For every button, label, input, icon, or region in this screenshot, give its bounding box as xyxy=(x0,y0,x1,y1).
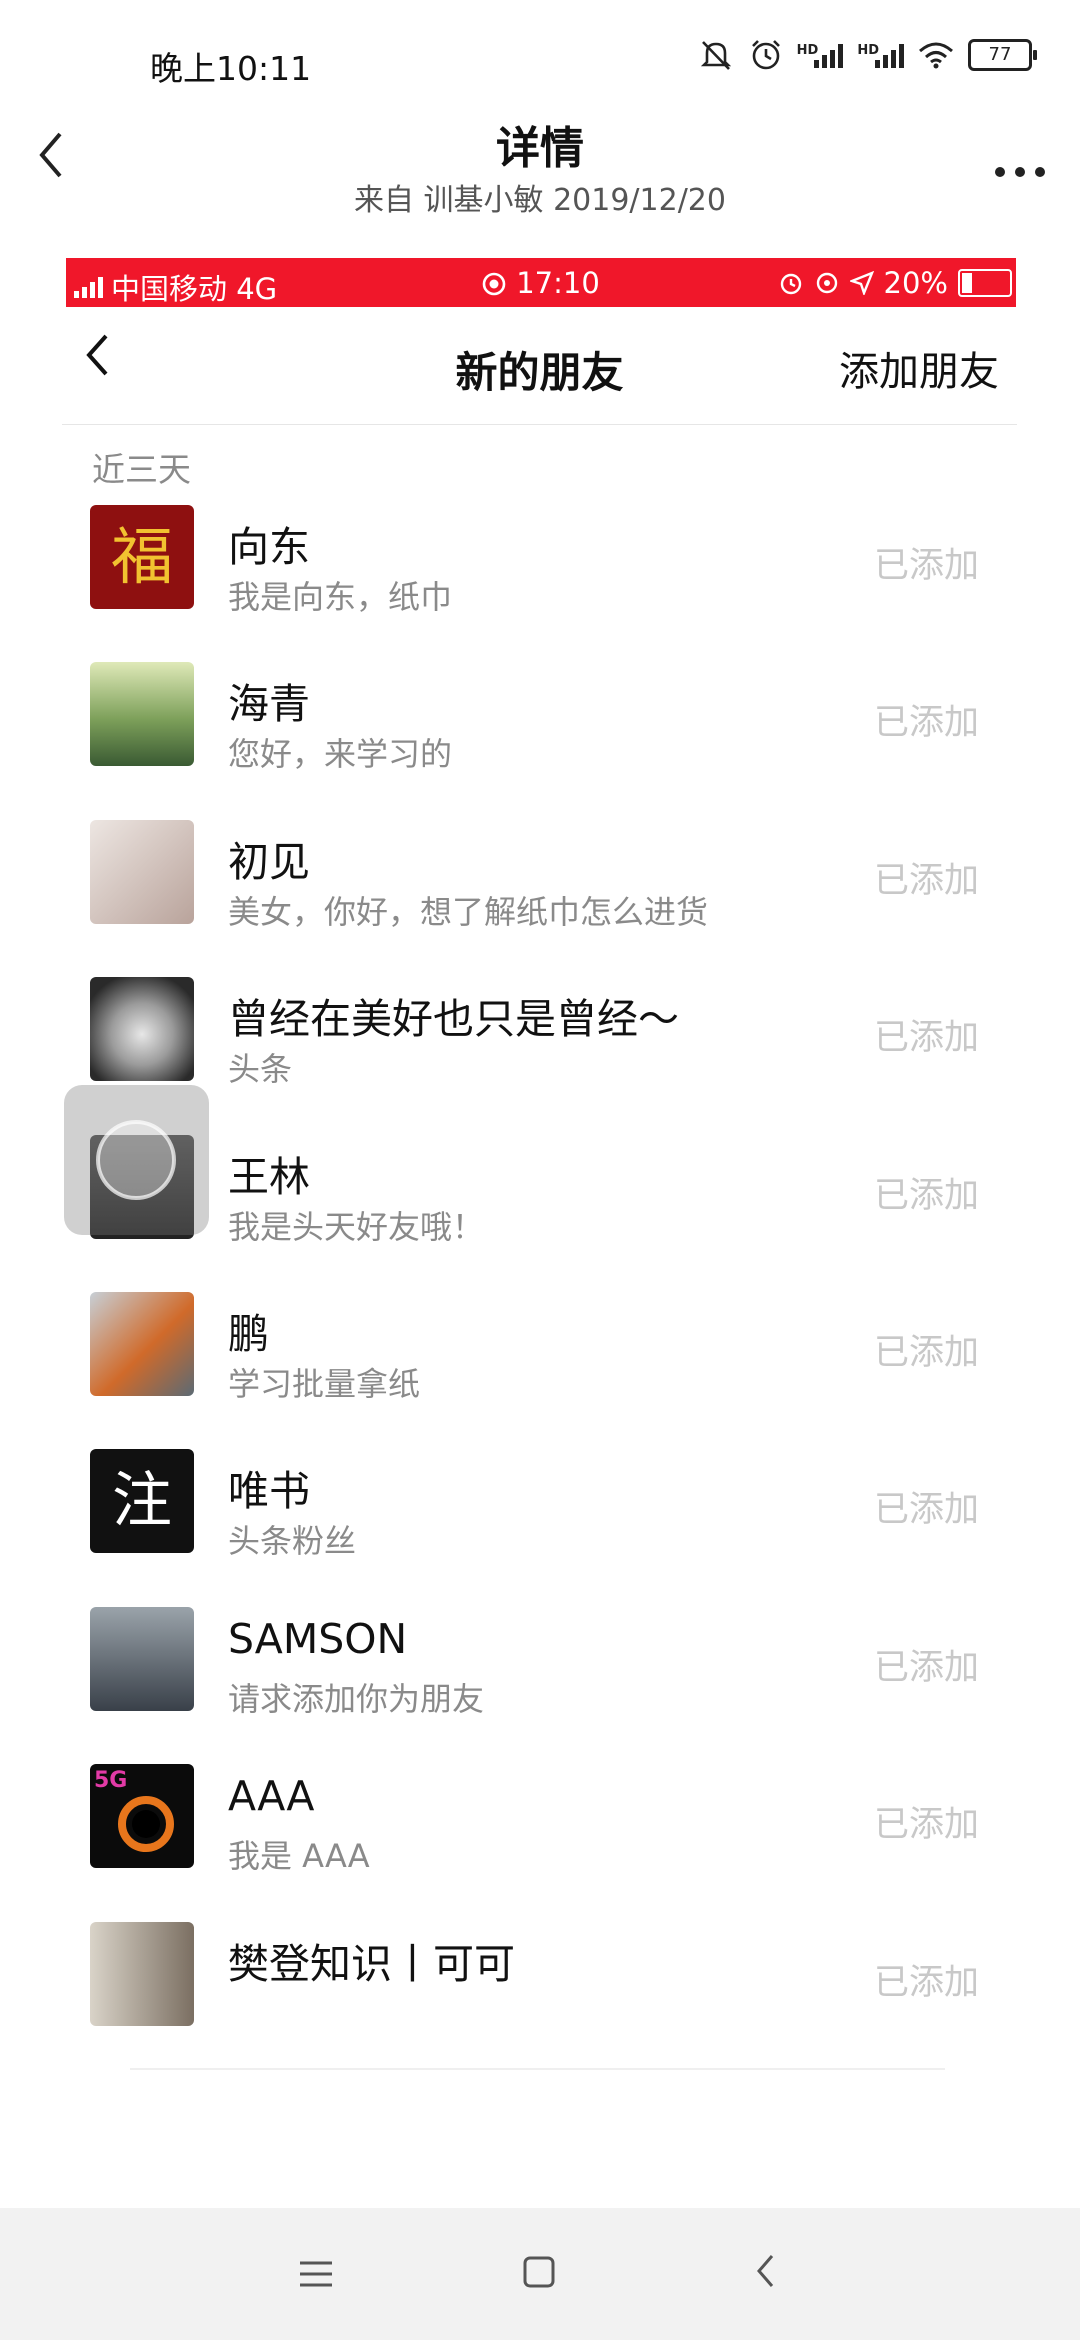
added-status: 已添加 xyxy=(873,1018,979,1059)
friend-row[interactable]: 樊登知识丨可可 已添加 xyxy=(62,1900,1017,2057)
page-title: 详情 xyxy=(496,123,584,174)
avatar: 5G xyxy=(90,1764,194,1869)
avatar xyxy=(90,1291,194,1396)
hd-signal-icon: HD xyxy=(857,42,904,68)
floating-circle-icon xyxy=(96,1120,176,1200)
embedded-alarm-icon xyxy=(780,273,801,295)
friend-name: 海青 xyxy=(228,680,310,729)
avatar: 福 xyxy=(90,505,194,609)
wifi-icon xyxy=(919,42,953,69)
avatar xyxy=(90,977,194,1082)
page-subtitle: 来自 训基小敏 2019/12/20 xyxy=(354,183,726,218)
add-friend-button[interactable]: 添加朋友 xyxy=(839,339,999,397)
friend-name: 曾经在美好也只是曾经～ xyxy=(228,995,679,1044)
embedded-status-bar: 中国移动 4G 17:10 20% xyxy=(66,258,1016,307)
friend-name: 唯书 xyxy=(228,1467,310,1516)
friend-message: 头条 xyxy=(228,1050,293,1089)
friend-name: AAA xyxy=(228,1772,315,1821)
embedded-nav-bar: 新的朋友 添加朋友 xyxy=(62,307,1017,425)
added-status: 已添加 xyxy=(873,1962,979,2003)
more-dots-icon[interactable] xyxy=(994,138,1046,189)
divider xyxy=(130,2068,945,2070)
avatar: 注 xyxy=(90,1449,194,1554)
embedded-signal-icon xyxy=(74,276,103,298)
friend-message: 我是 AAA xyxy=(228,1837,370,1876)
detail-header: 详情 来自 训基小敏 2019/12/20 xyxy=(0,100,1080,225)
friend-row[interactable]: SAMSON 请求添加你为朋友 已添加 xyxy=(62,1585,1017,1742)
friend-row[interactable]: 初见 美女，你好，想了解纸巾怎么进货 已添加 xyxy=(62,798,1017,955)
embedded-record-icon xyxy=(482,272,506,296)
home-square-icon[interactable] xyxy=(522,2246,556,2300)
black-hole-icon xyxy=(118,1796,174,1853)
alarm-icon xyxy=(751,40,780,70)
status-time: 晚上10:11 xyxy=(150,49,312,88)
embedded-carrier: 中国移动 4G xyxy=(111,272,278,306)
friend-name: 初见 xyxy=(228,837,310,886)
embedded-battery-icon xyxy=(958,269,1012,297)
status-icons: HD HD 77 xyxy=(697,38,1037,72)
friend-message: 我是向东，纸巾 xyxy=(228,578,453,616)
added-status: 已添加 xyxy=(873,1647,979,1688)
friend-message: 请求添加你为朋友 xyxy=(228,1679,485,1718)
added-status: 已添加 xyxy=(873,703,979,744)
avatar xyxy=(90,1921,194,2026)
friend-message: 美女，你好，想了解纸巾怎么进货 xyxy=(228,892,709,931)
friend-message: 我是头天好友哦！ xyxy=(228,1207,485,1246)
friend-name: 樊登知识丨可可 xyxy=(228,1939,515,1988)
friend-row[interactable]: 福 向东 我是向东，纸巾 已添加 xyxy=(62,483,1017,640)
embedded-battery-text: 20% xyxy=(883,266,948,300)
friend-row[interactable]: 注 唯书 头条粉丝 已添加 xyxy=(62,1427,1017,1584)
embedded-time: 17:10 xyxy=(516,266,600,300)
hd-signal-icon: HD xyxy=(797,42,844,68)
added-status: 已添加 xyxy=(873,860,979,901)
friend-name: 鹏 xyxy=(228,1309,269,1358)
friend-message: 学习批量拿纸 xyxy=(228,1364,421,1403)
status-bar: 晚上10:11 HD HD 77 xyxy=(0,0,1080,100)
system-nav-bar xyxy=(0,2208,1080,2340)
friend-message: 头条粉丝 xyxy=(228,1522,357,1561)
embedded-rotation-lock-icon xyxy=(816,272,837,294)
menu-icon[interactable] xyxy=(298,2246,334,2300)
added-status: 已添加 xyxy=(873,1175,979,1216)
added-status: 已添加 xyxy=(873,1490,979,1531)
friend-list: 福 向东 我是向东，纸巾 已添加 海青 您好，来学习的 已添加 初见 美女，你好… xyxy=(62,483,1017,2057)
friend-row[interactable]: 5G AAA 我是 AAA 已添加 xyxy=(62,1742,1017,1899)
added-status: 已添加 xyxy=(873,546,979,586)
avatar xyxy=(90,819,194,924)
added-status: 已添加 xyxy=(873,1805,979,1846)
friend-row[interactable]: 海青 您好，来学习的 已添加 xyxy=(62,640,1017,797)
friend-message: 您好，来学习的 xyxy=(228,735,453,774)
back-triangle-icon[interactable] xyxy=(754,2246,778,2300)
battery-level: 77 xyxy=(988,44,1012,65)
avatar xyxy=(90,662,194,767)
embedded-location-icon xyxy=(849,271,874,295)
battery-icon: 77 xyxy=(968,39,1037,71)
friend-name: 王林 xyxy=(228,1152,310,1201)
friend-row[interactable]: 鹏 学习批量拿纸 已添加 xyxy=(62,1270,1017,1427)
floating-assist-button[interactable] xyxy=(64,1085,209,1235)
added-status: 已添加 xyxy=(873,1332,979,1373)
friend-name: 向东 xyxy=(228,523,310,571)
avatar xyxy=(90,1606,194,1711)
friend-name: SAMSON xyxy=(228,1614,408,1663)
mute-icon xyxy=(700,41,731,70)
